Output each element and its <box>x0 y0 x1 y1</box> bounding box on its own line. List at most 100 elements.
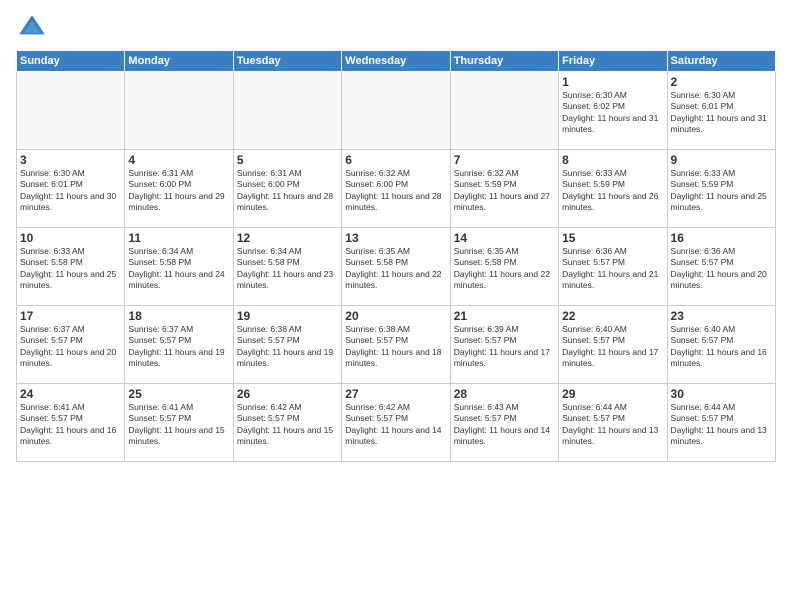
calendar-cell: 9Sunrise: 6:33 AM Sunset: 5:59 PM Daylig… <box>667 150 775 228</box>
calendar-cell: 11Sunrise: 6:34 AM Sunset: 5:58 PM Dayli… <box>125 228 233 306</box>
week-row-5: 24Sunrise: 6:41 AM Sunset: 5:57 PM Dayli… <box>17 384 776 462</box>
calendar-cell <box>450 72 558 150</box>
day-number: 6 <box>345 153 446 167</box>
calendar-cell <box>342 72 450 150</box>
calendar-cell: 6Sunrise: 6:32 AM Sunset: 6:00 PM Daylig… <box>342 150 450 228</box>
day-info: Sunrise: 6:31 AM Sunset: 6:00 PM Dayligh… <box>128 168 229 214</box>
day-info: Sunrise: 6:35 AM Sunset: 5:58 PM Dayligh… <box>345 246 446 292</box>
weekday-header-sunday: Sunday <box>17 51 125 72</box>
day-number: 10 <box>20 231 121 245</box>
day-info: Sunrise: 6:32 AM Sunset: 6:00 PM Dayligh… <box>345 168 446 214</box>
calendar-cell: 22Sunrise: 6:40 AM Sunset: 5:57 PM Dayli… <box>559 306 667 384</box>
calendar-cell: 16Sunrise: 6:36 AM Sunset: 5:57 PM Dayli… <box>667 228 775 306</box>
day-info: Sunrise: 6:42 AM Sunset: 5:57 PM Dayligh… <box>345 402 446 448</box>
calendar-cell <box>233 72 341 150</box>
calendar-cell: 13Sunrise: 6:35 AM Sunset: 5:58 PM Dayli… <box>342 228 450 306</box>
weekday-header-saturday: Saturday <box>667 51 775 72</box>
day-info: Sunrise: 6:38 AM Sunset: 5:57 PM Dayligh… <box>237 324 338 370</box>
week-row-3: 10Sunrise: 6:33 AM Sunset: 5:58 PM Dayli… <box>17 228 776 306</box>
week-row-2: 3Sunrise: 6:30 AM Sunset: 6:01 PM Daylig… <box>17 150 776 228</box>
day-info: Sunrise: 6:38 AM Sunset: 5:57 PM Dayligh… <box>345 324 446 370</box>
day-info: Sunrise: 6:41 AM Sunset: 5:57 PM Dayligh… <box>128 402 229 448</box>
weekday-header-tuesday: Tuesday <box>233 51 341 72</box>
header <box>16 12 776 44</box>
logo-icon <box>16 12 48 44</box>
calendar-cell: 17Sunrise: 6:37 AM Sunset: 5:57 PM Dayli… <box>17 306 125 384</box>
calendar-cell: 18Sunrise: 6:37 AM Sunset: 5:57 PM Dayli… <box>125 306 233 384</box>
day-info: Sunrise: 6:34 AM Sunset: 5:58 PM Dayligh… <box>237 246 338 292</box>
day-info: Sunrise: 6:31 AM Sunset: 6:00 PM Dayligh… <box>237 168 338 214</box>
day-info: Sunrise: 6:33 AM Sunset: 5:59 PM Dayligh… <box>562 168 663 214</box>
calendar-table: SundayMondayTuesdayWednesdayThursdayFrid… <box>16 50 776 462</box>
day-info: Sunrise: 6:33 AM Sunset: 5:59 PM Dayligh… <box>671 168 772 214</box>
day-number: 19 <box>237 309 338 323</box>
weekday-header-row: SundayMondayTuesdayWednesdayThursdayFrid… <box>17 51 776 72</box>
day-number: 5 <box>237 153 338 167</box>
day-number: 30 <box>671 387 772 401</box>
day-info: Sunrise: 6:40 AM Sunset: 5:57 PM Dayligh… <box>562 324 663 370</box>
day-number: 15 <box>562 231 663 245</box>
day-number: 9 <box>671 153 772 167</box>
day-info: Sunrise: 6:35 AM Sunset: 5:58 PM Dayligh… <box>454 246 555 292</box>
calendar-cell <box>17 72 125 150</box>
day-number: 1 <box>562 75 663 89</box>
day-number: 20 <box>345 309 446 323</box>
day-number: 27 <box>345 387 446 401</box>
calendar-cell: 26Sunrise: 6:42 AM Sunset: 5:57 PM Dayli… <box>233 384 341 462</box>
page: SundayMondayTuesdayWednesdayThursdayFrid… <box>0 0 792 612</box>
calendar-cell: 28Sunrise: 6:43 AM Sunset: 5:57 PM Dayli… <box>450 384 558 462</box>
calendar-cell: 23Sunrise: 6:40 AM Sunset: 5:57 PM Dayli… <box>667 306 775 384</box>
day-number: 25 <box>128 387 229 401</box>
day-info: Sunrise: 6:44 AM Sunset: 5:57 PM Dayligh… <box>671 402 772 448</box>
calendar-cell: 19Sunrise: 6:38 AM Sunset: 5:57 PM Dayli… <box>233 306 341 384</box>
day-info: Sunrise: 6:41 AM Sunset: 5:57 PM Dayligh… <box>20 402 121 448</box>
day-info: Sunrise: 6:42 AM Sunset: 5:57 PM Dayligh… <box>237 402 338 448</box>
day-info: Sunrise: 6:44 AM Sunset: 5:57 PM Dayligh… <box>562 402 663 448</box>
logo <box>16 12 52 44</box>
calendar-cell: 30Sunrise: 6:44 AM Sunset: 5:57 PM Dayli… <box>667 384 775 462</box>
day-number: 29 <box>562 387 663 401</box>
calendar-cell: 7Sunrise: 6:32 AM Sunset: 5:59 PM Daylig… <box>450 150 558 228</box>
calendar-cell: 12Sunrise: 6:34 AM Sunset: 5:58 PM Dayli… <box>233 228 341 306</box>
day-info: Sunrise: 6:30 AM Sunset: 6:01 PM Dayligh… <box>20 168 121 214</box>
calendar-cell: 24Sunrise: 6:41 AM Sunset: 5:57 PM Dayli… <box>17 384 125 462</box>
weekday-header-thursday: Thursday <box>450 51 558 72</box>
calendar-cell: 3Sunrise: 6:30 AM Sunset: 6:01 PM Daylig… <box>17 150 125 228</box>
day-number: 12 <box>237 231 338 245</box>
day-info: Sunrise: 6:39 AM Sunset: 5:57 PM Dayligh… <box>454 324 555 370</box>
day-info: Sunrise: 6:30 AM Sunset: 6:02 PM Dayligh… <box>562 90 663 136</box>
day-number: 7 <box>454 153 555 167</box>
calendar-cell: 25Sunrise: 6:41 AM Sunset: 5:57 PM Dayli… <box>125 384 233 462</box>
calendar-cell: 4Sunrise: 6:31 AM Sunset: 6:00 PM Daylig… <box>125 150 233 228</box>
day-number: 2 <box>671 75 772 89</box>
day-info: Sunrise: 6:36 AM Sunset: 5:57 PM Dayligh… <box>562 246 663 292</box>
day-number: 4 <box>128 153 229 167</box>
day-info: Sunrise: 6:33 AM Sunset: 5:58 PM Dayligh… <box>20 246 121 292</box>
day-number: 18 <box>128 309 229 323</box>
day-number: 26 <box>237 387 338 401</box>
calendar-cell: 5Sunrise: 6:31 AM Sunset: 6:00 PM Daylig… <box>233 150 341 228</box>
calendar-cell: 8Sunrise: 6:33 AM Sunset: 5:59 PM Daylig… <box>559 150 667 228</box>
week-row-4: 17Sunrise: 6:37 AM Sunset: 5:57 PM Dayli… <box>17 306 776 384</box>
calendar-cell: 20Sunrise: 6:38 AM Sunset: 5:57 PM Dayli… <box>342 306 450 384</box>
day-info: Sunrise: 6:36 AM Sunset: 5:57 PM Dayligh… <box>671 246 772 292</box>
day-number: 16 <box>671 231 772 245</box>
day-info: Sunrise: 6:37 AM Sunset: 5:57 PM Dayligh… <box>20 324 121 370</box>
day-number: 17 <box>20 309 121 323</box>
calendar-cell: 15Sunrise: 6:36 AM Sunset: 5:57 PM Dayli… <box>559 228 667 306</box>
day-number: 24 <box>20 387 121 401</box>
day-number: 8 <box>562 153 663 167</box>
week-row-1: 1Sunrise: 6:30 AM Sunset: 6:02 PM Daylig… <box>17 72 776 150</box>
day-info: Sunrise: 6:32 AM Sunset: 5:59 PM Dayligh… <box>454 168 555 214</box>
weekday-header-wednesday: Wednesday <box>342 51 450 72</box>
calendar-cell <box>125 72 233 150</box>
calendar-cell: 2Sunrise: 6:30 AM Sunset: 6:01 PM Daylig… <box>667 72 775 150</box>
day-number: 3 <box>20 153 121 167</box>
day-info: Sunrise: 6:34 AM Sunset: 5:58 PM Dayligh… <box>128 246 229 292</box>
day-number: 23 <box>671 309 772 323</box>
day-info: Sunrise: 6:43 AM Sunset: 5:57 PM Dayligh… <box>454 402 555 448</box>
day-info: Sunrise: 6:30 AM Sunset: 6:01 PM Dayligh… <box>671 90 772 136</box>
day-number: 21 <box>454 309 555 323</box>
day-info: Sunrise: 6:40 AM Sunset: 5:57 PM Dayligh… <box>671 324 772 370</box>
day-number: 14 <box>454 231 555 245</box>
